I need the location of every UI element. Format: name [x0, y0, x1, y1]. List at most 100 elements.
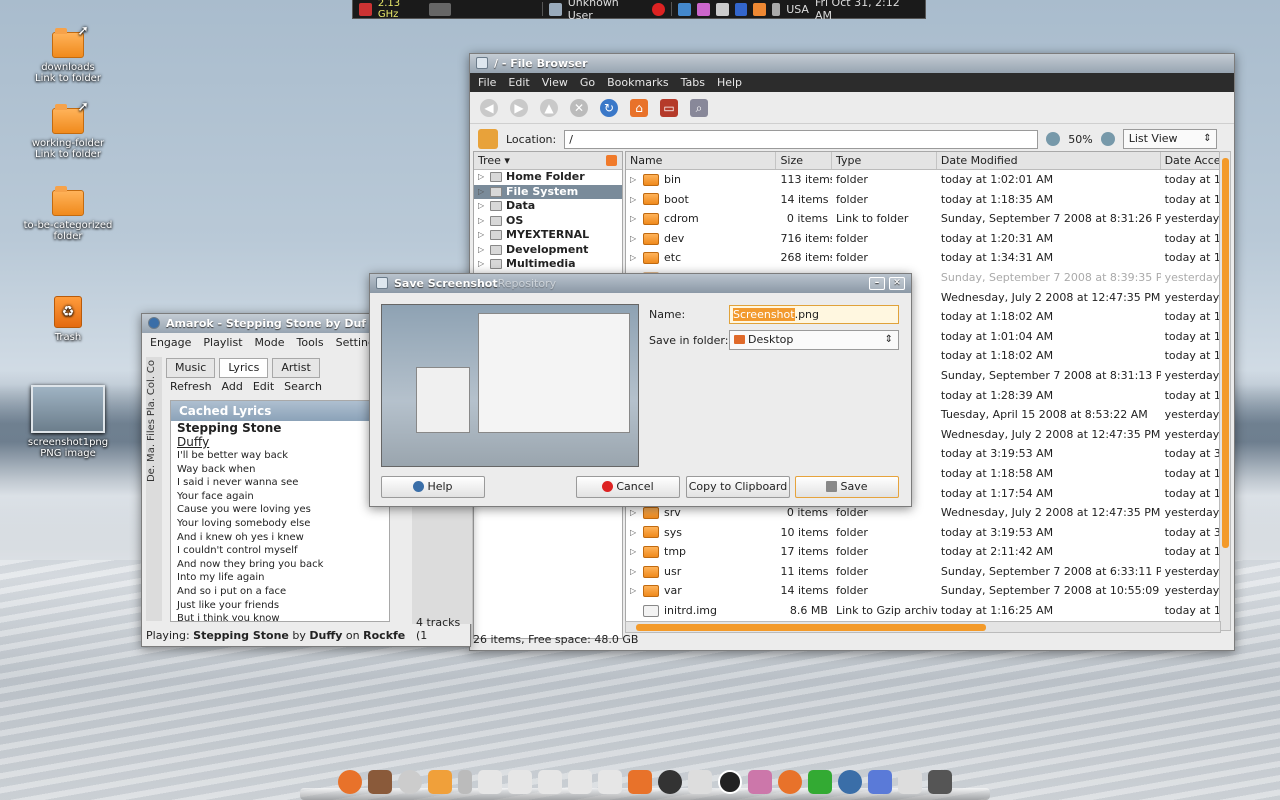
column-date-accessed[interactable]: Date Acces: [1161, 152, 1220, 169]
menu-help[interactable]: Help: [717, 73, 742, 92]
menu-tools[interactable]: Tools: [297, 333, 324, 352]
keyboard-layout[interactable]: USA: [786, 3, 809, 16]
expander-icon[interactable]: ▷: [630, 209, 638, 229]
column-date-modified[interactable]: Date Modified: [937, 152, 1161, 169]
expander-icon[interactable]: ▷: [630, 523, 638, 543]
column-type[interactable]: Type: [832, 152, 937, 169]
tree-item[interactable]: ▷ MYEXTERNAL: [474, 228, 622, 243]
user-icon[interactable]: [398, 770, 422, 794]
expander-icon[interactable]: ▷: [630, 562, 638, 582]
tab-lyrics[interactable]: Lyrics: [219, 358, 269, 378]
table-row[interactable]: ▷ boot 14 items folder today at 1:18:35 AM to…: [626, 190, 1220, 210]
terminal-icon[interactable]: [808, 770, 832, 794]
cpu-monitor-icon[interactable]: [359, 2, 372, 16]
refresh-button[interactable]: Refresh: [170, 380, 212, 393]
drive-icon-2[interactable]: [508, 770, 532, 794]
table-row[interactable]: ▷ var 14 items folder Sunday, September 7 20…: [626, 581, 1220, 601]
menu-file[interactable]: File: [478, 73, 496, 92]
drive-icon-3[interactable]: [538, 770, 562, 794]
network-icon[interactable]: [753, 2, 767, 16]
clock-icon[interactable]: [718, 770, 742, 794]
close-sidebar-icon[interactable]: [606, 155, 617, 166]
user-switch-icon[interactable]: [548, 2, 562, 16]
dialog-titlebar[interactable]: Save ScreenshotRepository – ✕: [370, 274, 911, 293]
tree-item[interactable]: ▷ OS: [474, 214, 622, 229]
graphics-icon[interactable]: [748, 770, 772, 794]
menu-view[interactable]: View: [542, 73, 568, 92]
expander-icon[interactable]: ▷: [630, 170, 638, 190]
help-button[interactable]: Help: [381, 476, 485, 498]
expander-icon[interactable]: ▷: [478, 170, 486, 185]
power-icon[interactable]: [652, 2, 666, 16]
battery-icon[interactable]: [715, 2, 729, 16]
expander-icon[interactable]: ▷: [630, 248, 638, 268]
desktop-icon-working-folder[interactable]: ➚ working-folder Link to folder: [20, 99, 116, 160]
folder-select[interactable]: Desktop: [729, 330, 899, 350]
music-icon[interactable]: [868, 770, 892, 794]
artist-link[interactable]: Duffy: [171, 435, 389, 449]
location-input[interactable]: /: [564, 129, 1039, 149]
column-size[interactable]: Size: [776, 152, 832, 169]
cancel-button[interactable]: Cancel: [576, 476, 680, 498]
expander-icon[interactable]: ▷: [630, 190, 638, 210]
side-tab-context[interactable]: Co: [146, 360, 157, 373]
back-icon[interactable]: ◀: [480, 98, 498, 117]
menu-playlist[interactable]: Playlist: [203, 333, 242, 352]
table-row[interactable]: ▷ etc 268 items folder today at 1:34:31 AM to…: [626, 248, 1220, 268]
menu-tabs[interactable]: Tabs: [681, 73, 705, 92]
table-row[interactable]: ▷ tmp 17 items folder today at 2:11:42 AM tod…: [626, 542, 1220, 562]
search-button[interactable]: Search: [284, 380, 322, 393]
side-tab-playlists[interactable]: Pla.: [146, 398, 157, 416]
mail-icon[interactable]: [688, 770, 712, 794]
side-tab-collection[interactable]: Col.: [146, 376, 157, 395]
table-row[interactable]: ▷ bin 113 items folder today at 1:02:01 AM to…: [626, 170, 1220, 190]
side-tab-media[interactable]: Ma.: [146, 444, 157, 462]
edit-location-icon[interactable]: [478, 129, 498, 149]
desktop-icon-downloads[interactable]: ➚ downloads Link to folder: [20, 23, 116, 84]
globe-icon[interactable]: [838, 770, 862, 794]
printer-icon[interactable]: [898, 770, 922, 794]
video-icon[interactable]: [368, 770, 392, 794]
desktop-icon-to-be-categorized[interactable]: to-be-categorized folder: [20, 186, 116, 242]
volume-icon[interactable]: [772, 2, 781, 16]
vertical-scrollbar[interactable]: [1219, 151, 1231, 631]
stop-icon[interactable]: ✕: [570, 98, 588, 117]
expander-icon[interactable]: ▷: [630, 229, 638, 249]
edit-button[interactable]: Edit: [253, 380, 274, 393]
zoom-out-icon[interactable]: [1046, 132, 1061, 146]
reload-icon[interactable]: ↻: [600, 98, 618, 117]
forward-icon[interactable]: ▶: [510, 98, 528, 117]
tree-item[interactable]: ▷ Data: [474, 199, 622, 214]
menu-edit[interactable]: Edit: [508, 73, 529, 92]
zoom-in-icon[interactable]: [1100, 132, 1115, 146]
up-icon[interactable]: ▲: [540, 98, 558, 117]
tab-music[interactable]: Music: [166, 358, 216, 378]
side-tab-files[interactable]: Files: [146, 419, 157, 441]
drive-icon-1[interactable]: [478, 770, 502, 794]
accessibility-icon[interactable]: [734, 2, 748, 16]
table-row[interactable]: ▷ cdrom 0 items Link to folder Sunday, Septe…: [626, 209, 1220, 229]
minimize-icon[interactable]: –: [869, 277, 885, 290]
column-name[interactable]: Name: [626, 152, 777, 169]
tree-item[interactable]: ▷ Development: [474, 243, 622, 258]
clock[interactable]: Fri Oct 31, 2:12 AM: [815, 0, 919, 22]
close-icon[interactable]: ✕: [889, 277, 905, 290]
drive-icon-5[interactable]: [598, 770, 622, 794]
table-row[interactable]: initrd.img 8.6 MB Link to Gzip archive toda…: [626, 601, 1220, 621]
home-icon[interactable]: ⌂: [630, 98, 648, 117]
menu-bookmarks[interactable]: Bookmarks: [607, 73, 668, 92]
tree-item[interactable]: ▷ Multimedia: [474, 257, 622, 272]
tree-item[interactable]: ▷ File System: [474, 184, 622, 199]
horizontal-scrollbar[interactable]: [625, 621, 1221, 633]
menu-mode[interactable]: Mode: [255, 333, 285, 352]
add-button[interactable]: Add: [222, 380, 243, 393]
speaker-icon[interactable]: [658, 770, 682, 794]
user-name[interactable]: Unknown User: [568, 0, 647, 22]
ubuntu-menu-icon[interactable]: [338, 770, 362, 794]
camera-icon[interactable]: [928, 770, 952, 794]
update-icon[interactable]: [678, 2, 691, 16]
table-row[interactable]: ▷ usr 11 items folder Sunday, September 7 20…: [626, 562, 1220, 582]
firefox-icon[interactable]: [778, 770, 802, 794]
copy-to-clipboard-button[interactable]: Copy to Clipboard: [686, 476, 790, 498]
view-mode-select[interactable]: List View: [1122, 129, 1217, 149]
